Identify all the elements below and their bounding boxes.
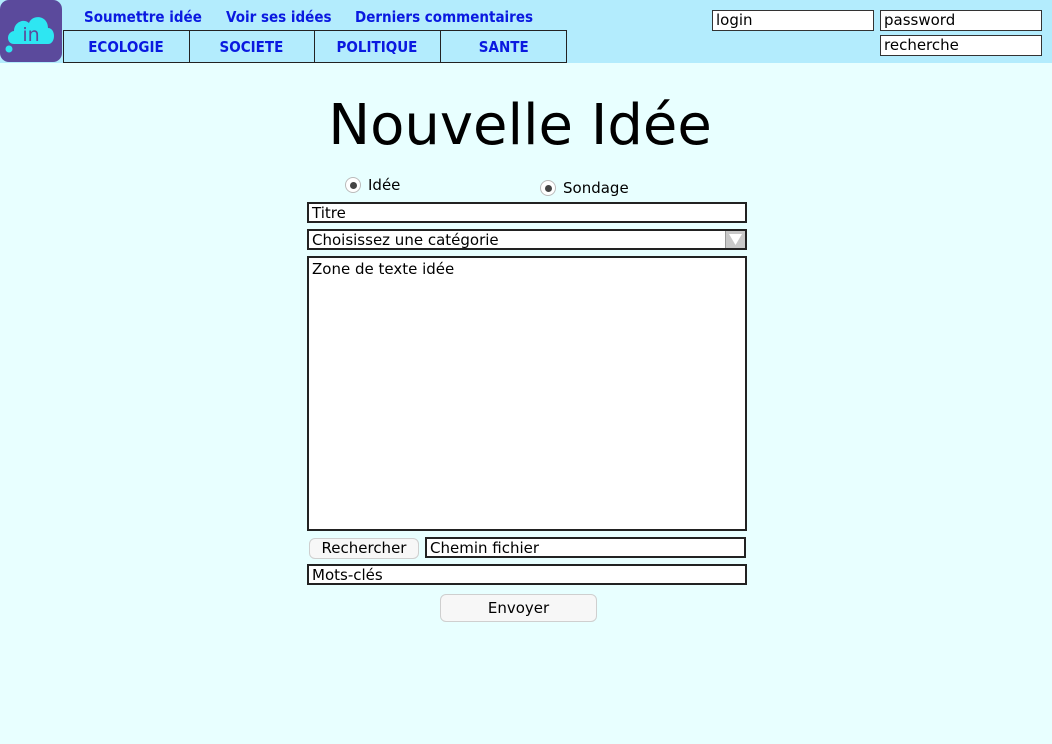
tab-label: SOCIETE	[219, 37, 284, 56]
category-select[interactable]: Choisissez une catégorie	[307, 229, 747, 250]
tab-sante[interactable]: SANTE	[441, 31, 567, 62]
send-button[interactable]: Envoyer	[440, 594, 597, 622]
tab-societe[interactable]: SOCIETE	[190, 31, 315, 62]
tab-label: SANTE	[478, 37, 529, 56]
title-field[interactable]: Titre	[307, 202, 747, 223]
radio-button[interactable]	[540, 180, 556, 196]
tab-politique[interactable]: POLITIQUE	[315, 31, 441, 62]
radio-label: Sondage	[563, 179, 629, 197]
login-input[interactable]: login	[712, 10, 874, 31]
tab-ecologie[interactable]: ECOLOGIE	[64, 31, 190, 62]
my-ideas-link[interactable]: Voir ses idées	[226, 8, 332, 26]
browse-button[interactable]: Rechercher	[309, 538, 419, 559]
tab-label: ECOLOGIE	[88, 37, 165, 56]
search-input[interactable]: recherche	[880, 35, 1042, 56]
app-logo[interactable]: in	[0, 0, 62, 62]
file-path-field[interactable]: Chemin fichier	[425, 537, 746, 558]
cloud-icon: in	[5, 17, 54, 53]
page-title: Nouvelle Idée	[328, 93, 712, 158]
tab-label: POLITIQUE	[336, 37, 418, 56]
radio-button[interactable]	[345, 177, 361, 193]
top-header: in Soumettre idée Voir ses idées Dernier…	[0, 0, 1052, 63]
idea-text-area[interactable]: Zone de texte idée	[307, 256, 747, 531]
chevron-down-icon[interactable]	[725, 231, 745, 248]
radio-poll[interactable]: Sondage	[540, 179, 629, 197]
radio-idea[interactable]: Idée	[345, 176, 400, 194]
category-select-value: Choisissez une catégorie	[312, 231, 499, 249]
logo-text: in	[22, 24, 39, 46]
radio-label: Idée	[368, 176, 401, 194]
keywords-field[interactable]: Mots-clés	[307, 564, 747, 585]
password-input[interactable]: password	[880, 10, 1042, 31]
category-tabs: ECOLOGIE SOCIETE POLITIQUE SANTE	[63, 30, 567, 63]
latest-comments-link[interactable]: Derniers commentaires	[355, 8, 533, 26]
submit-idea-link[interactable]: Soumettre idée	[84, 8, 202, 26]
